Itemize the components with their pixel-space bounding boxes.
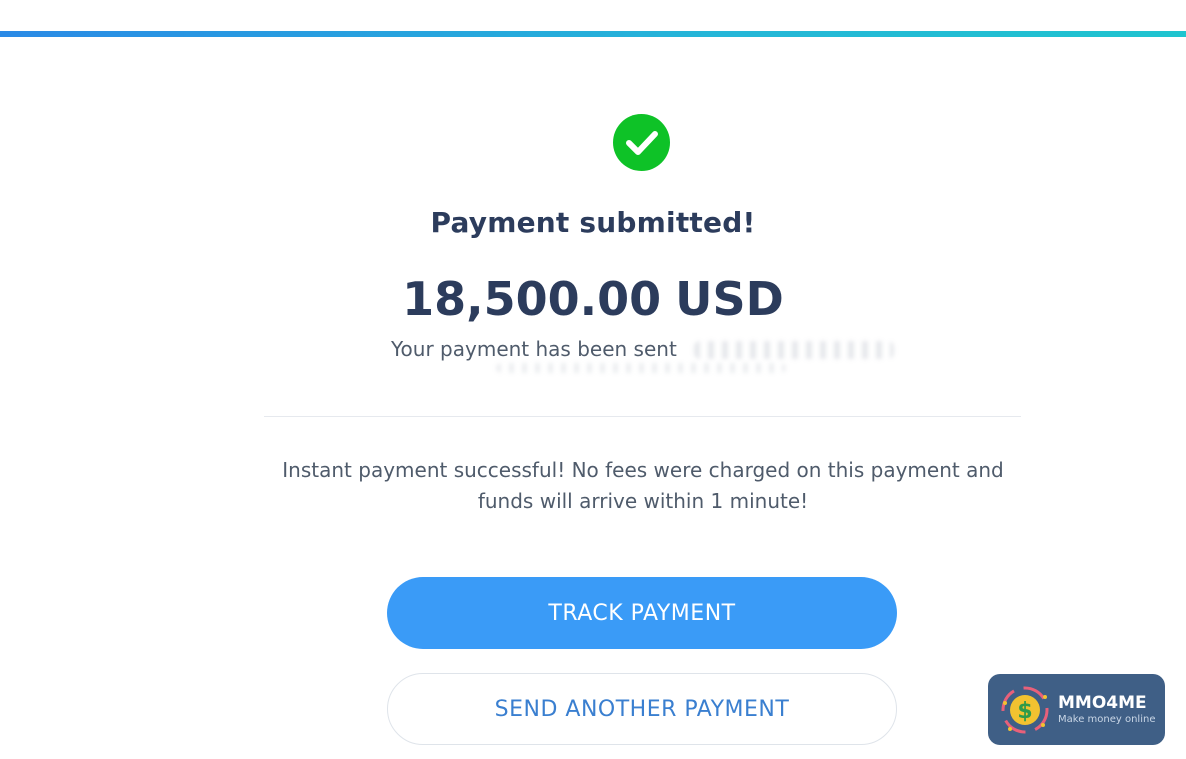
amount-currency: USD — [675, 272, 784, 326]
dollar-logo-icon: $ — [1001, 686, 1049, 733]
send-another-payment-button[interactable]: SEND ANOTHER PAYMENT — [387, 673, 897, 745]
check-circle-icon — [613, 114, 670, 171]
mmo4me-watermark: $ MMO4ME Make money online — [988, 674, 1165, 745]
sent-status-text: Your payment has been sent — [391, 337, 677, 361]
svg-text:$: $ — [1017, 699, 1032, 724]
payment-confirmation-page: Payment submitted! 18,500.00 USD Your pay… — [0, 0, 1186, 759]
info-message: Instant payment successful! No fees were… — [250, 455, 1036, 517]
info-line-1: Instant payment successful! No fees were… — [282, 458, 1004, 482]
divider — [264, 416, 1021, 417]
track-payment-button[interactable]: TRACK PAYMENT — [387, 577, 897, 649]
amount-value: 18,500.00 — [402, 272, 662, 326]
page-title: Payment submitted! — [430, 206, 756, 239]
top-accent-bar — [0, 31, 1186, 37]
redacted-recipient — [694, 341, 894, 359]
watermark-name: MMO4ME — [1058, 693, 1147, 713]
info-line-2: funds will arrive within 1 minute! — [477, 489, 809, 513]
redacted-recipient-line — [496, 363, 786, 373]
watermark-tagline: Make money online — [1058, 714, 1156, 725]
payment-amount: 18,500.00 USD — [0, 272, 1186, 326]
